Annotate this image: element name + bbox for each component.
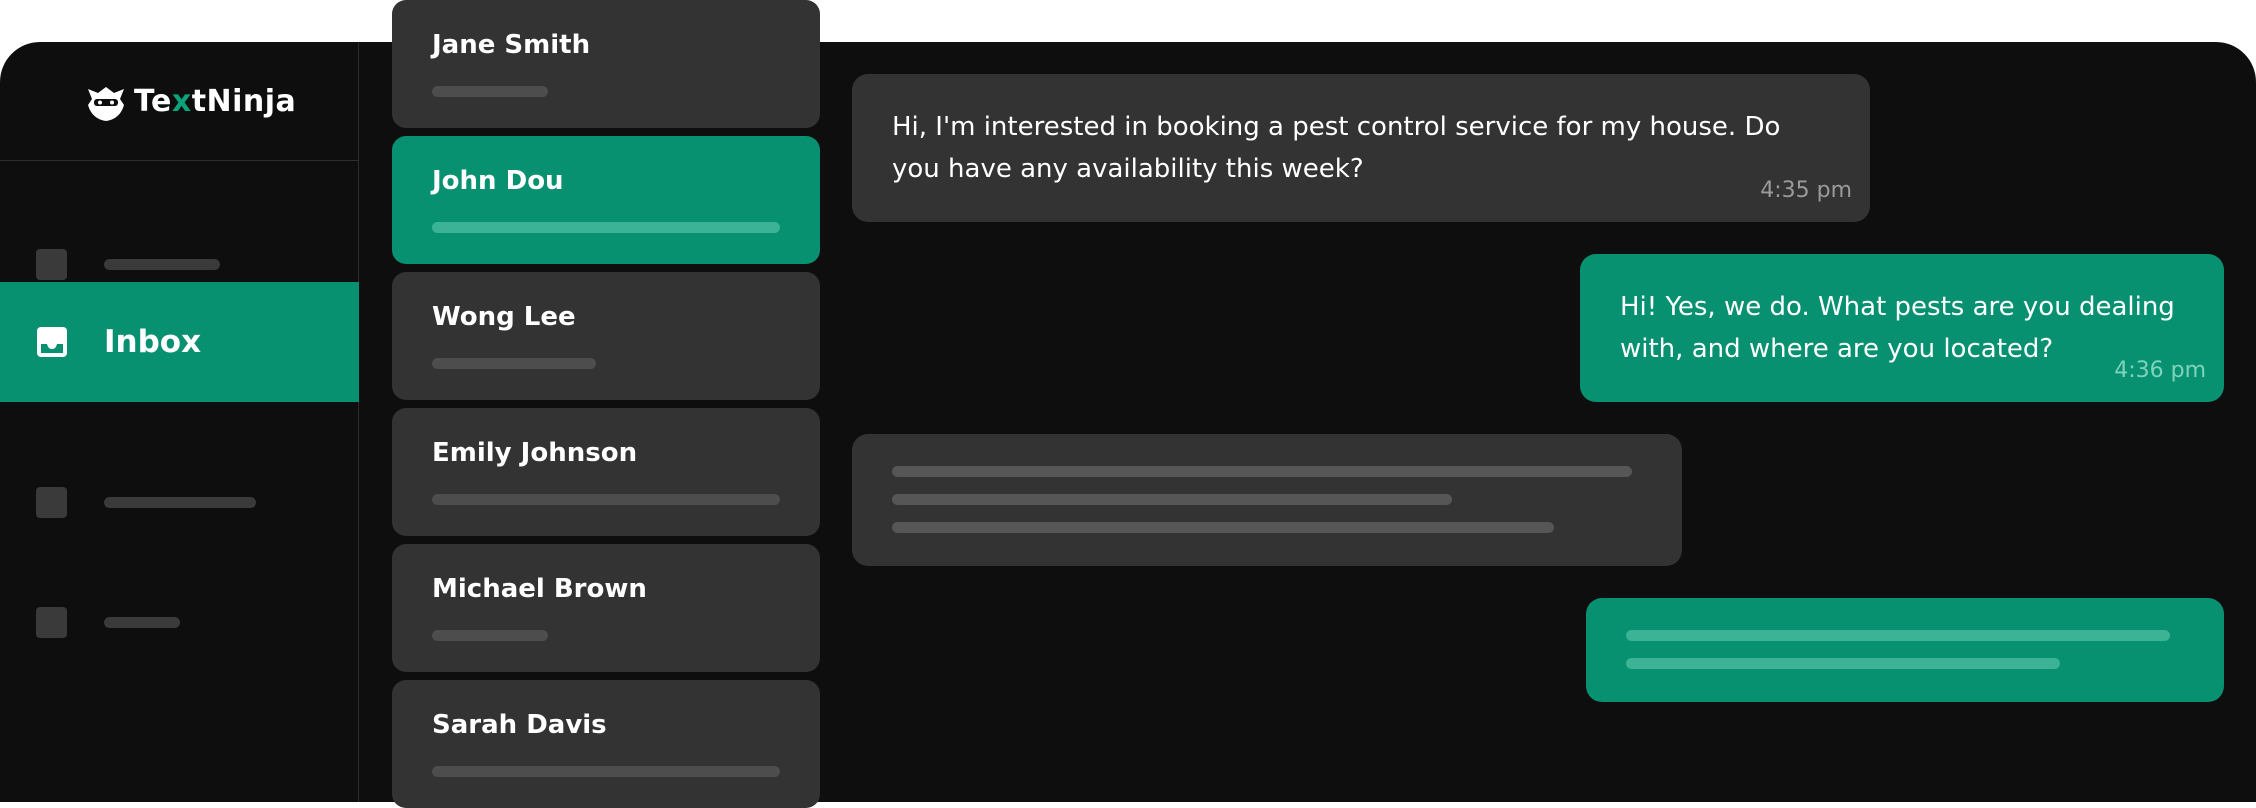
placeholder-square-icon [36, 248, 67, 280]
sidebar-item-4[interactable] [0, 562, 359, 682]
contact-card[interactable]: Michael Brown [392, 544, 820, 672]
contact-name: Emily Johnson [432, 438, 638, 468]
sidebar-item-inbox[interactable]: Inbox [0, 282, 359, 402]
contact-name: Jane Smith [432, 30, 591, 60]
text-placeholder-line [892, 466, 1632, 477]
sidebar-item-3[interactable] [0, 442, 359, 562]
message-preview-placeholder [432, 766, 780, 777]
contact-card[interactable]: Wong Lee [392, 272, 820, 400]
app-name: TextNinja [134, 83, 297, 119]
placeholder-square-icon [36, 486, 67, 518]
message-preview-placeholder [432, 86, 548, 97]
message-preview-placeholder [432, 630, 548, 641]
text-placeholder-line [892, 494, 1452, 505]
message-timestamp: 4:35 pm [1760, 178, 1852, 203]
sidebar-item-label: Inbox [104, 324, 202, 360]
message-bubble-incoming: Hi, I'm interested in booking a pest con… [852, 74, 1870, 222]
contact-name: Michael Brown [432, 574, 647, 604]
ninja-logo-icon [88, 87, 124, 121]
message-text: Hi! Yes, we do. What pests are you deali… [1620, 292, 2175, 364]
text-placeholder-line [1626, 630, 2170, 641]
contact-name: Sarah Davis [432, 710, 607, 740]
message-text: Hi, I'm interested in booking a pest con… [892, 112, 1781, 184]
message-preview-placeholder [432, 494, 780, 505]
placeholder-label [104, 616, 180, 628]
message-bubble-outgoing: Hi! Yes, we do. What pests are you deali… [1580, 254, 2224, 402]
contact-card[interactable]: Jane Smith [392, 0, 820, 128]
placeholder-square-icon [36, 606, 67, 638]
message-preview-placeholder [432, 358, 596, 369]
contact-card-active[interactable]: John Dou [392, 136, 820, 264]
message-preview-placeholder [432, 222, 780, 233]
inbox-icon [37, 327, 67, 357]
placeholder-label [104, 258, 220, 270]
contact-card[interactable]: Emily Johnson [392, 408, 820, 536]
message-bubble-outgoing-placeholder [1586, 598, 2224, 702]
text-placeholder-line [892, 522, 1554, 533]
message-timestamp: 4:36 pm [2114, 358, 2206, 383]
placeholder-label [104, 496, 256, 508]
contact-name: John Dou [432, 166, 564, 196]
app-logo[interactable]: TextNinja [84, 78, 296, 124]
contact-name: Wong Lee [432, 302, 576, 332]
sidebar: TextNinja Inbox [0, 42, 359, 802]
text-placeholder-line [1626, 658, 2060, 669]
contact-card[interactable]: Sarah Davis [392, 680, 820, 808]
sidebar-divider [0, 160, 358, 161]
message-bubble-incoming-placeholder [852, 434, 1682, 566]
